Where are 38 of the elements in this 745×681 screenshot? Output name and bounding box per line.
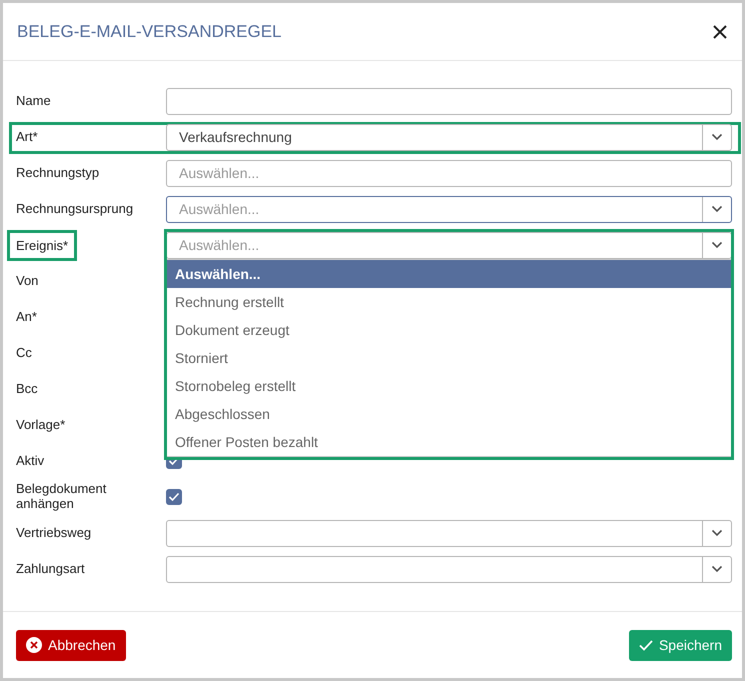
field-label: Rechnungstyp (16, 165, 100, 180)
field-label: Art* (16, 129, 38, 144)
select-field[interactable]: Verkaufsrechnung (166, 124, 732, 150)
close-circle-icon (26, 637, 42, 653)
chevron-down-icon (711, 565, 723, 573)
dropdown-option[interactable]: Offener Posten bezahlt (167, 428, 731, 456)
select-field[interactable] (166, 520, 732, 546)
checkmark-icon (638, 640, 653, 650)
field-label: Zahlungsart (16, 561, 85, 576)
close-icon[interactable] (712, 24, 728, 40)
dialog-title: BELEG-E-MAIL-VERSANDREGEL (17, 22, 282, 42)
field-label: Rechnungsursprung (16, 201, 134, 216)
field-label: Aktiv (16, 453, 44, 468)
field-label: Belegdokument anhängen (16, 481, 108, 511)
cancel-button[interactable]: Abbrechen (16, 630, 126, 660)
dropdown-option[interactable]: Storniert (167, 344, 731, 372)
field-label: Bcc (16, 381, 38, 396)
dropdown-option[interactable]: Stornobeleg erstellt (167, 372, 731, 400)
field-label: Vorlage* (16, 417, 66, 432)
checkmark-icon (168, 492, 180, 502)
field-label: Cc (16, 345, 32, 360)
field-label: Vertriebsweg (16, 525, 92, 540)
checkbox[interactable] (166, 489, 182, 505)
field-label: An* (16, 309, 37, 324)
save-button[interactable]: Speichern (628, 630, 732, 660)
chevron-down-icon (711, 529, 723, 537)
dropdown-option[interactable]: Abgeschlossen (167, 400, 731, 428)
chevron-down-icon (711, 205, 723, 213)
field-label: Ereignis* (7, 230, 78, 260)
dropdown-option[interactable]: Auswählen... (167, 260, 731, 288)
chevron-down-icon (711, 241, 723, 249)
select-field[interactable] (166, 556, 732, 582)
dropdown-option[interactable]: Dokument erzeugt (167, 316, 731, 344)
chevron-down-icon (711, 133, 723, 141)
input-field[interactable] (166, 88, 732, 114)
dropdown-option[interactable]: Rechnung erstellt (167, 288, 731, 316)
field-label: Name (16, 93, 51, 108)
field-label: Von (16, 273, 38, 288)
